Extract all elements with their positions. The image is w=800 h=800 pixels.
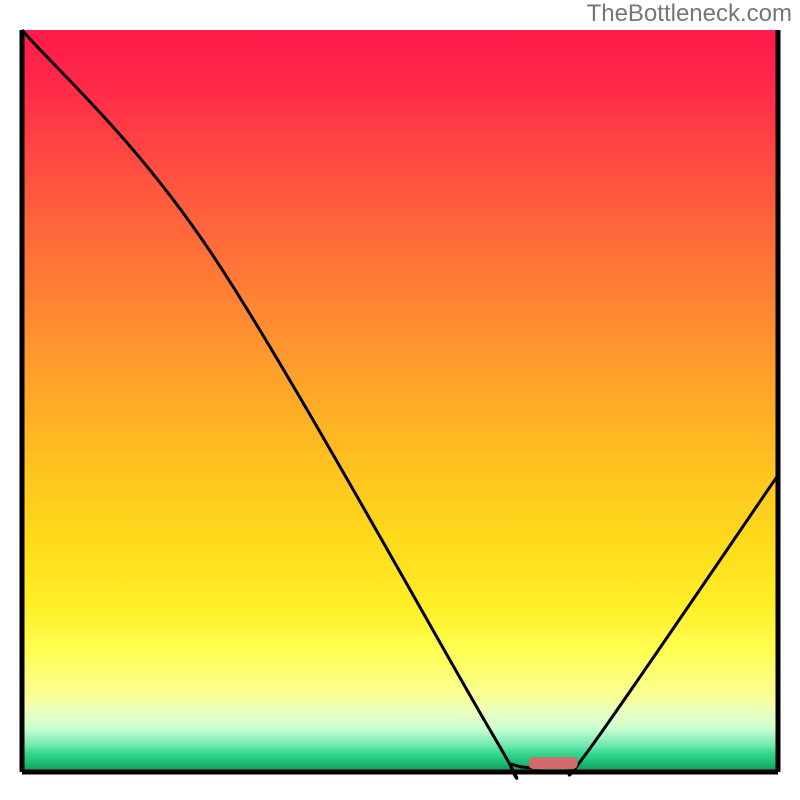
attribution-label: TheBottleneck.com bbox=[587, 0, 792, 28]
bottleneck-chart bbox=[0, 0, 800, 800]
plot-background bbox=[22, 30, 778, 772]
optimal-marker bbox=[529, 757, 578, 769]
